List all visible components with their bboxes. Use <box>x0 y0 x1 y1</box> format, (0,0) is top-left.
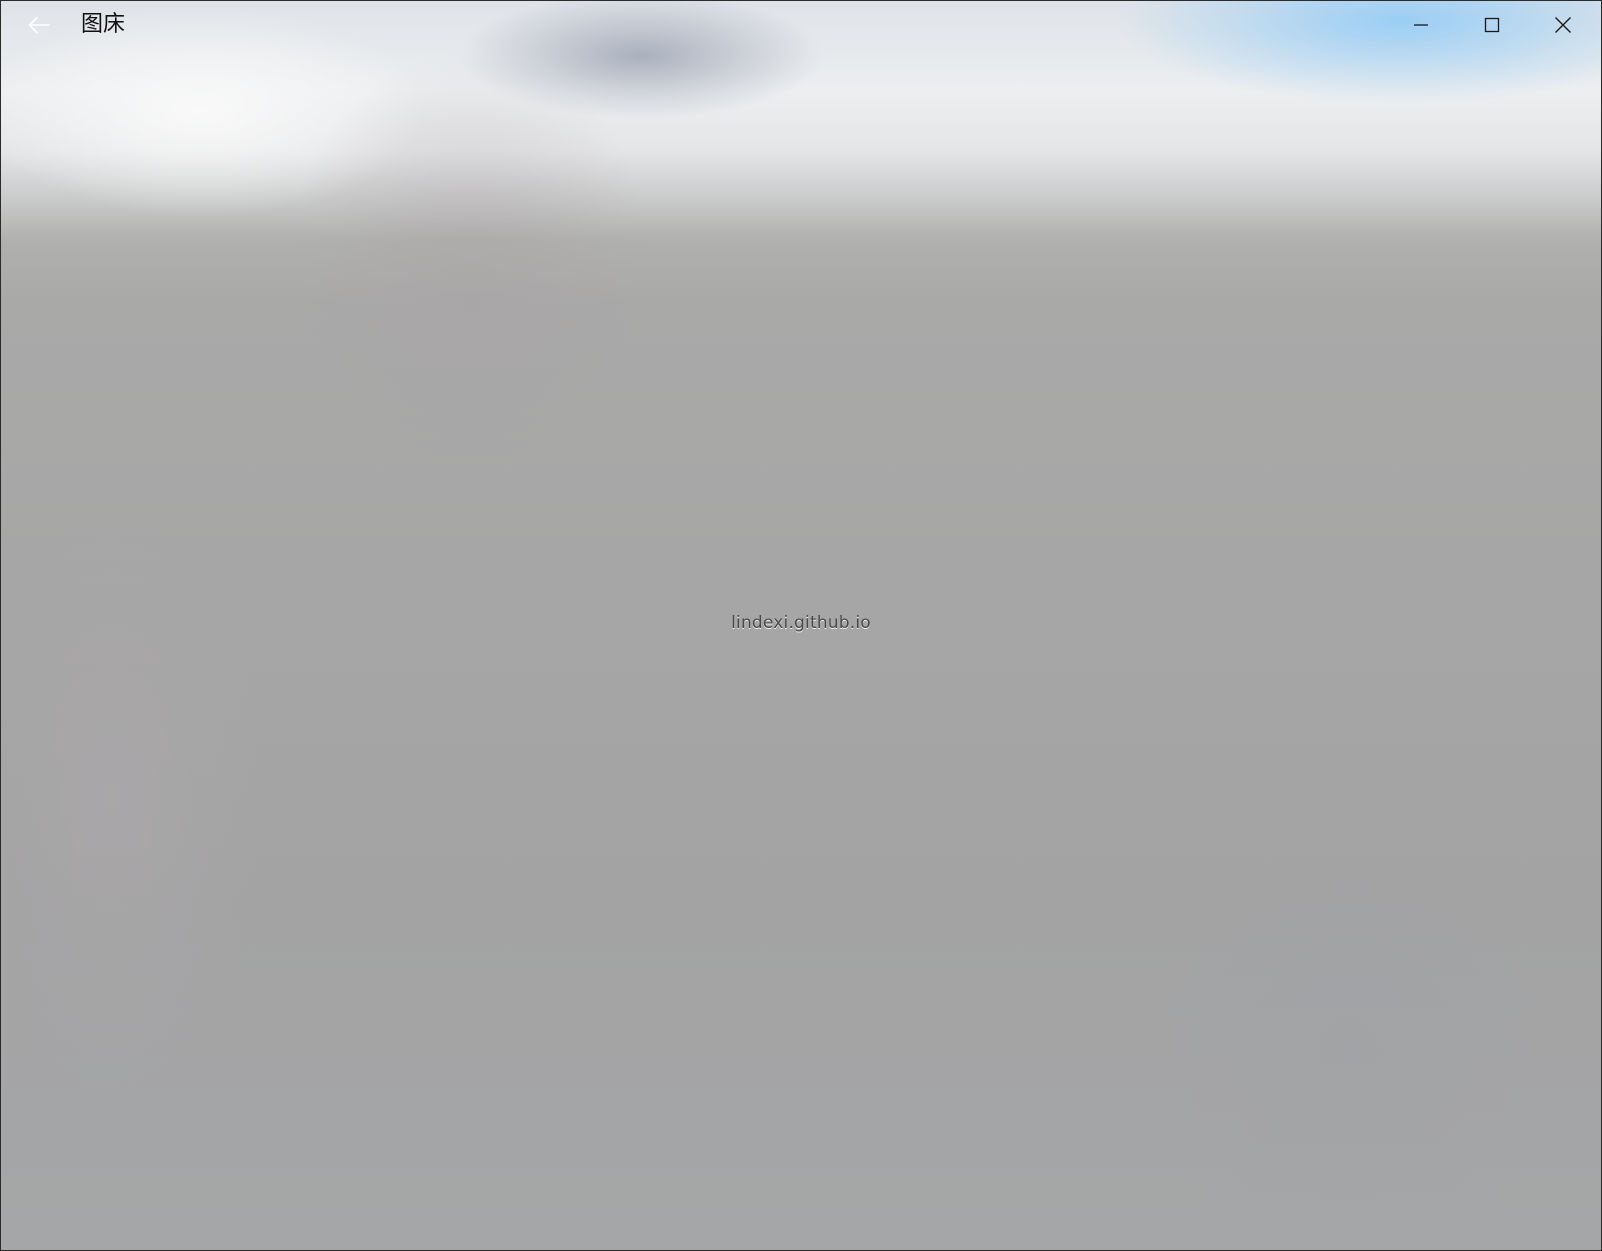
app-window: 图床 lindexi.github.io <box>0 0 1602 1251</box>
back-button[interactable] <box>21 7 57 43</box>
minimize-button[interactable] <box>1386 1 1456 49</box>
maximize-button[interactable] <box>1457 1 1527 49</box>
close-button[interactable] <box>1528 1 1598 49</box>
site-label: lindexi.github.io <box>731 613 871 633</box>
maximize-icon <box>1484 17 1500 33</box>
window-title: 图床 <box>81 12 126 37</box>
title-bar[interactable]: 图床 <box>1 1 1601 49</box>
close-icon <box>1555 17 1571 33</box>
back-arrow-icon <box>28 16 50 34</box>
main-content: lindexi.github.io <box>1 49 1601 1250</box>
minimize-icon <box>1414 24 1428 26</box>
